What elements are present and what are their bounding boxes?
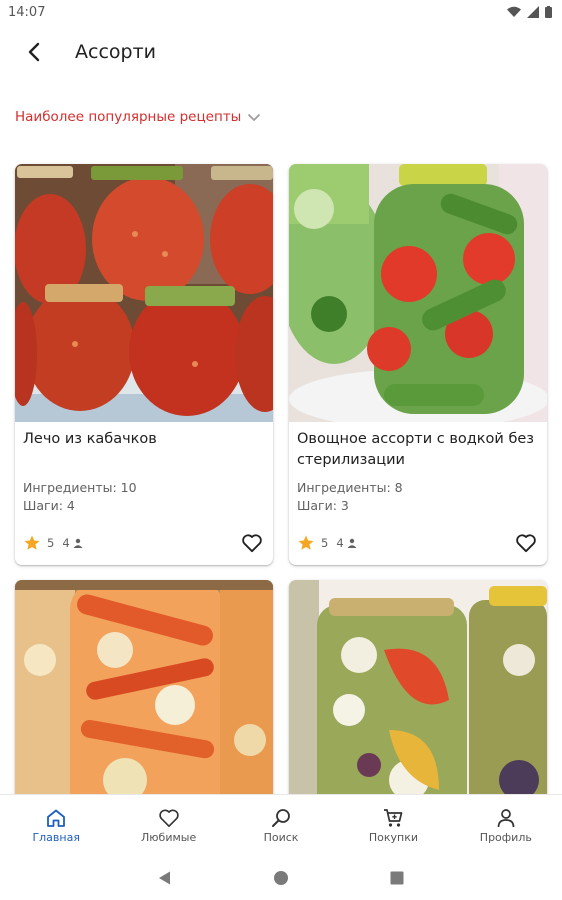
app-bar: Ассорти	[0, 24, 562, 80]
recipe-ingredients: Ингредиенты: 8	[297, 480, 403, 495]
star-icon	[298, 535, 314, 550]
reviews-count: 4	[62, 536, 70, 550]
home-circle-icon[interactable]	[273, 870, 289, 886]
chevron-down-icon	[248, 113, 261, 121]
nav-profile[interactable]: Профиль	[450, 795, 562, 856]
favorite-button[interactable]	[239, 530, 265, 556]
system-navigation	[0, 856, 562, 900]
bottom-navigation: Главная Любимые Поиск Покупки Профиль	[0, 794, 562, 856]
status-bar: 14:07	[0, 0, 562, 24]
back-button[interactable]	[10, 28, 58, 76]
recipe-title: Овощное ассорти с водкой без стерилизаци…	[297, 431, 535, 468]
favorite-button[interactable]	[513, 530, 539, 556]
rating-row: 5 4	[23, 531, 265, 555]
heart-outline-icon	[242, 534, 262, 553]
heart-outline-icon	[516, 534, 536, 553]
person-icon	[497, 808, 515, 827]
nav-profile-label: Профиль	[479, 830, 532, 844]
signal-icon	[527, 6, 539, 18]
nav-shopping-label: Покупки	[368, 830, 418, 844]
person-small-icon	[347, 538, 357, 548]
recipe-info: Лечо из кабачков Ингредиенты: 10 Шаги: 4…	[15, 422, 273, 565]
sort-dropdown-label: Наиболее популярные рецепты	[15, 109, 242, 125]
cart-icon	[384, 808, 403, 827]
person-small-icon	[73, 538, 83, 548]
recipe-ingredients: Ингредиенты: 10	[23, 480, 137, 495]
nav-shopping[interactable]: Покупки	[337, 795, 449, 856]
reviews-count: 4	[336, 536, 344, 550]
recipe-card[interactable]: Овощное ассорти с водкой без стерилизаци…	[289, 164, 547, 565]
arrow-back-icon	[28, 42, 40, 62]
battery-icon	[545, 6, 552, 18]
nav-search-label: Поиск	[263, 830, 299, 844]
recipe-image	[289, 164, 547, 422]
heart-icon	[158, 809, 179, 827]
search-icon	[272, 808, 290, 827]
status-time: 14:07	[8, 4, 46, 20]
star-icon	[24, 535, 40, 550]
back-triangle-icon[interactable]	[157, 870, 173, 886]
home-icon	[47, 809, 66, 827]
recipe-steps: Шаги: 3	[297, 498, 349, 513]
rating-value: 5	[321, 536, 329, 550]
recipe-steps: Шаги: 4	[23, 498, 75, 513]
wifi-icon	[507, 6, 521, 17]
rating-row: 5 4	[297, 531, 539, 555]
recents-square-icon[interactable]	[389, 870, 405, 886]
rating-value: 5	[47, 536, 55, 550]
nav-favorites-label: Любимые	[141, 830, 197, 844]
page-title: Ассорти	[75, 41, 156, 63]
recipe-image	[15, 164, 273, 422]
status-icons	[507, 6, 552, 18]
sort-dropdown[interactable]: Наиболее популярные рецепты	[15, 104, 261, 130]
nav-home-label: Главная	[32, 830, 80, 844]
nav-search[interactable]: Поиск	[225, 795, 337, 856]
nav-favorites[interactable]: Любимые	[112, 795, 224, 856]
recipe-title: Лечо из кабачков	[23, 431, 157, 447]
recipe-info: Овощное ассорти с водкой без стерилизаци…	[289, 422, 547, 565]
nav-home[interactable]: Главная	[0, 795, 112, 856]
recipe-card[interactable]: Лечо из кабачков Ингредиенты: 10 Шаги: 4…	[15, 164, 273, 565]
